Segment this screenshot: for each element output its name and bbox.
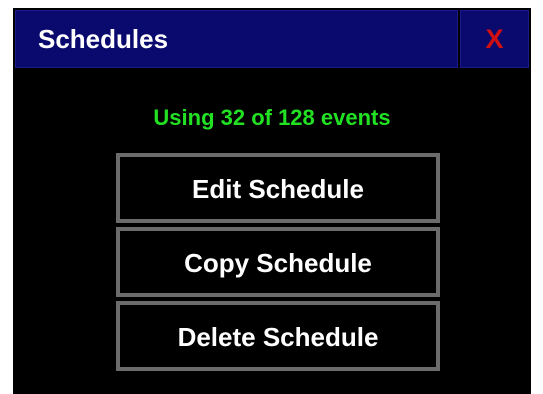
edit-schedule-button[interactable]: Edit Schedule bbox=[116, 153, 440, 223]
edit-schedule-label: Edit Schedule bbox=[192, 174, 364, 204]
copy-schedule-label: Copy Schedule bbox=[184, 248, 372, 278]
delete-schedule-label: Delete Schedule bbox=[177, 322, 379, 352]
title-panel: Schedules bbox=[15, 10, 458, 68]
close-button[interactable]: X bbox=[460, 10, 529, 68]
close-icon: X bbox=[485, 24, 504, 54]
delete-schedule-button[interactable]: Delete Schedule bbox=[116, 301, 440, 371]
copy-schedule-button[interactable]: Copy Schedule bbox=[116, 227, 440, 297]
schedules-dialog: Schedules X Using 32 of 128 events Edit … bbox=[13, 8, 531, 394]
event-usage-status: Using 32 of 128 events bbox=[153, 105, 391, 130]
title-bar: Schedules X bbox=[13, 8, 531, 70]
dialog-title: Schedules bbox=[38, 24, 169, 54]
